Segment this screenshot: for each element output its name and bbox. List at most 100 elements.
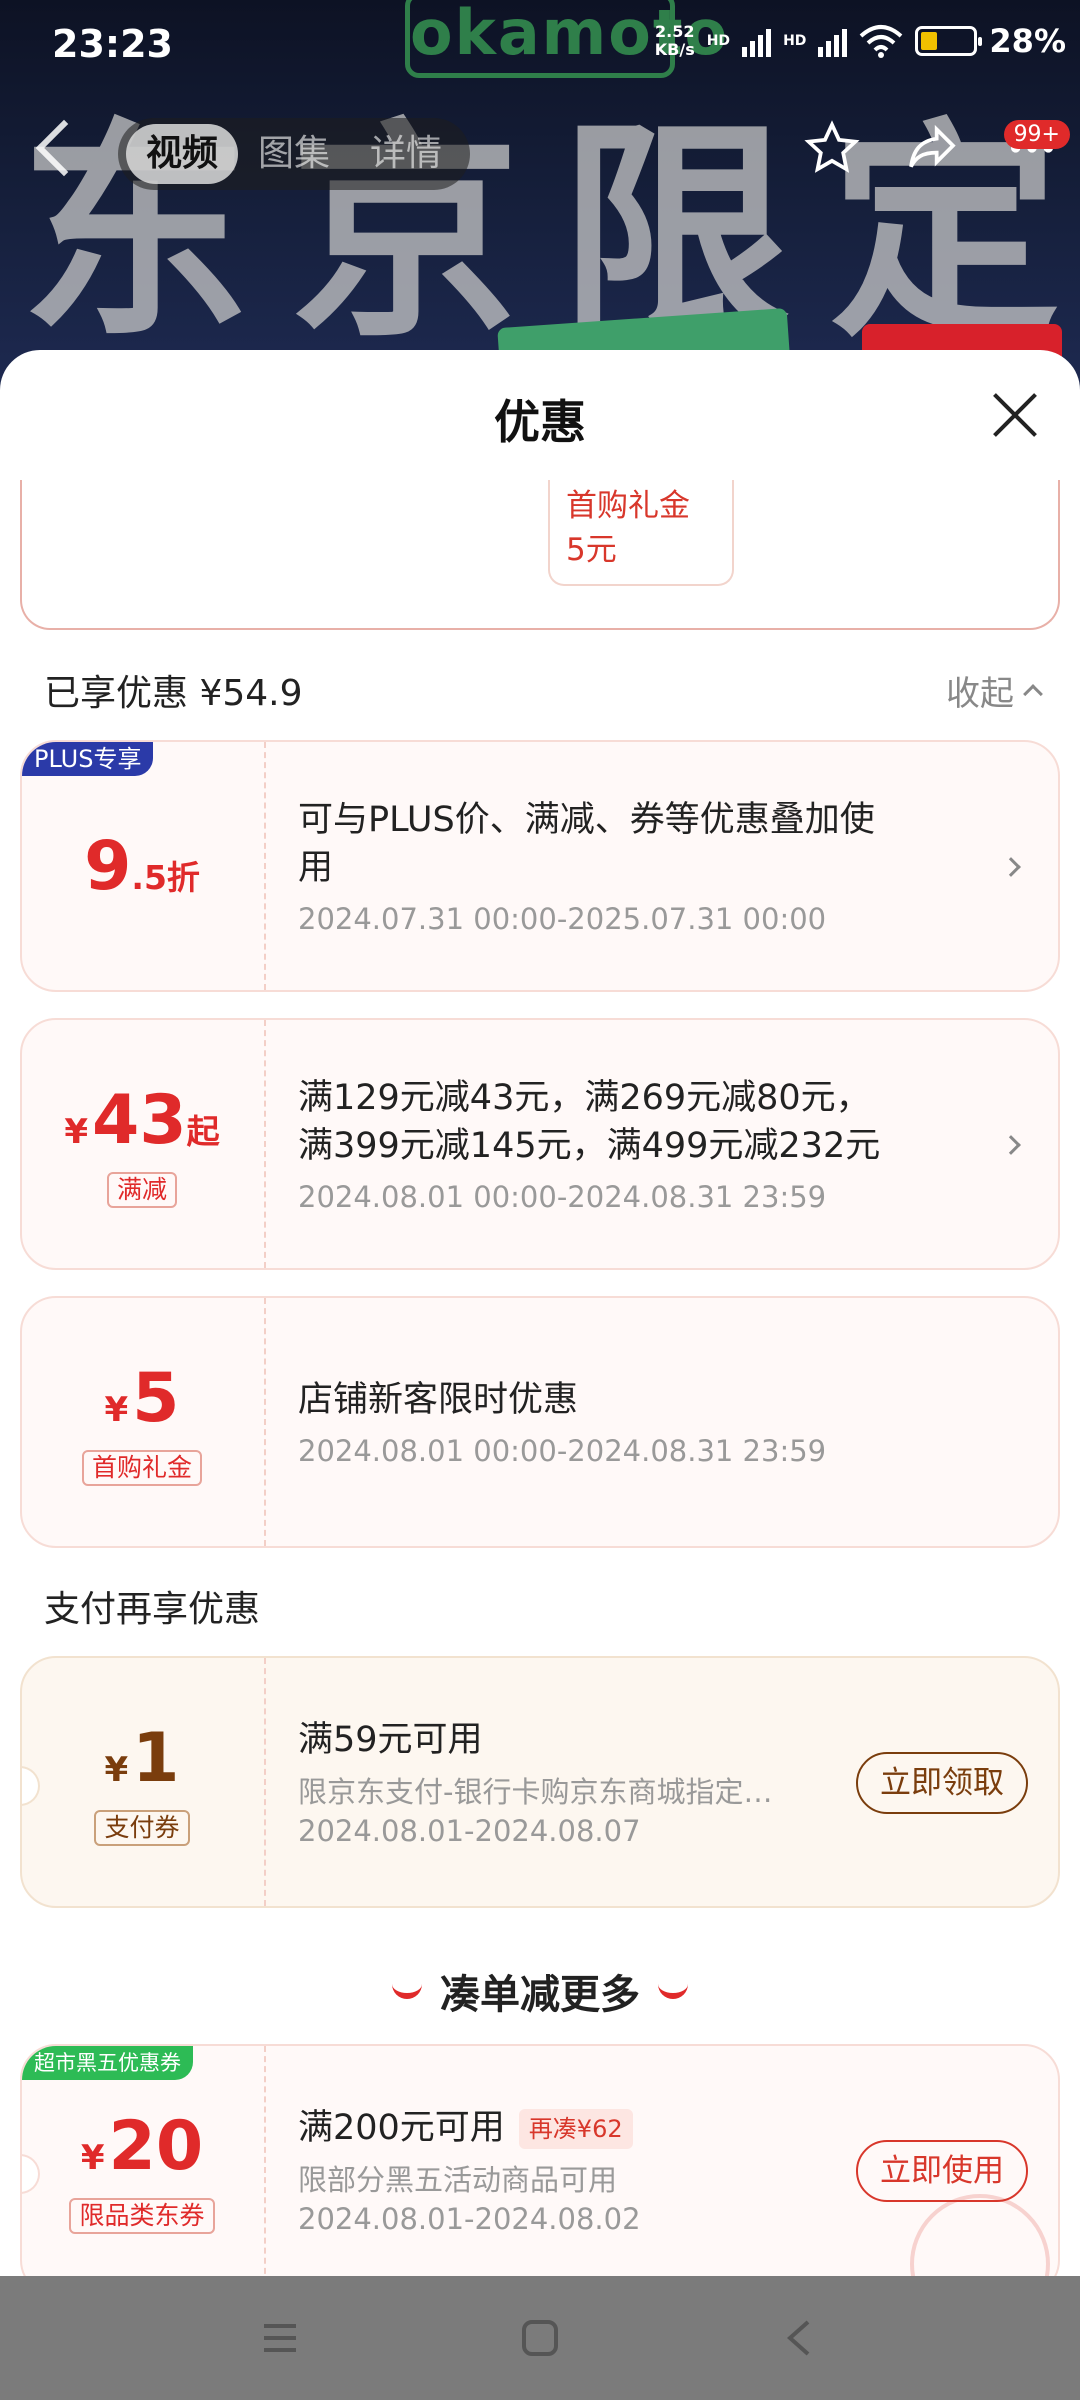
offer-date: 2024.08.01 00:00-2024.08.31 23:59	[298, 1180, 827, 1214]
offer-amount: ¥ 5 首购礼金	[22, 1298, 262, 1546]
coupon-details: 满59元可用 限京东支付-银行卡购京东商城指定… 2024.08.01-2024…	[298, 1658, 858, 1906]
offer-card-full-reduction[interactable]: ¥ 43 起 满减 满129元减43元，满269元减80元， 满399元减145…	[20, 1018, 1060, 1270]
offer-amount: ¥ 43 起 满减	[22, 1020, 262, 1268]
offer-card-first-purchase[interactable]: ¥ 5 首购礼金 店铺新客限时优惠 2024.08.01 00:00-2024.…	[20, 1296, 1060, 1548]
hd-label: HD	[706, 33, 731, 49]
coupon-condition: 满59元可用	[298, 1720, 483, 1760]
smile-icon	[392, 1983, 422, 1999]
network-speed: 2.52 KB/s	[655, 23, 695, 59]
gift-mini-label: 首购礼金	[566, 488, 690, 524]
status-bar: 23:23 2.52 KB/s HD HD 28%	[0, 0, 1080, 96]
offers-sheet: 优惠 首购礼金 5元 已享优惠 ¥54.9 收起 PLUS专享 9 .5折 可与…	[0, 350, 1080, 2276]
pay-coupon-card: ¥ 1 支付券 满59元可用 限京东支付-银行卡购京东商城指定… 2024.08…	[20, 1656, 1060, 1908]
offer-date: 2024.07.31 00:00-2025.07.31 00:00	[298, 902, 827, 936]
status-icons: 2.52 KB/s HD HD 28%	[655, 22, 1066, 60]
amount-number: 20	[108, 2106, 204, 2186]
coupon-details: 满200元可用 再凑¥62 限部分黑五活动商品可用 2024.08.01-2024…	[298, 2046, 858, 2276]
wifi-icon	[860, 25, 903, 58]
offer-description: 可与PLUS价、满减、券等优惠叠加使用	[298, 800, 875, 888]
gift-mini-tag: 首购礼金 5元	[548, 480, 734, 586]
enjoyed-discount: 已享优惠 ¥54.9	[44, 673, 303, 714]
black-five-coupon-card: 超市黑五优惠券 ¥ 20 限品类东券 满200元可用 再凑¥62 限部分黑五活动商…	[20, 2044, 1060, 2276]
media-tabs: 视频 图集 详情	[118, 118, 471, 190]
battery-icon	[915, 26, 983, 56]
coupon-condition: 满200元可用	[298, 2108, 505, 2148]
enjoyed-row: 已享优惠 ¥54.9 收起	[44, 660, 1043, 720]
offer-description: 店铺新客限时优惠	[298, 1380, 579, 1420]
collapse-label: 收起	[946, 673, 1014, 714]
use-now-button[interactable]: 立即使用	[856, 2140, 1028, 2202]
coupon-scope: 限京东支付-银行卡购京东商城指定…	[298, 1775, 773, 1809]
tab-details[interactable]: 详情	[350, 124, 462, 184]
amount-number: 1	[132, 1718, 180, 1798]
offer-value: 9 .5折	[84, 827, 200, 906]
tab-video[interactable]: 视频	[126, 124, 239, 184]
claimed-stamp-icon	[910, 2194, 1050, 2276]
offer-description-line: 满129元减43元，满269元减80元，	[298, 1078, 871, 1118]
coupon-date: 2024.08.01-2024.08.07	[298, 1814, 641, 1848]
summary-card: 首购礼金 5元	[20, 480, 1060, 630]
amount-suffix: 起	[186, 1111, 220, 1151]
offer-details: 可与PLUS价、满减、券等优惠叠加使用 2024.07.31 00:00-202…	[298, 742, 1018, 990]
offer-value: ¥ 43 起	[64, 1081, 219, 1160]
pay-section-title: 支付再享优惠	[44, 1589, 261, 1630]
coupon-scope: 限部分黑五活动商品可用	[298, 2163, 618, 2197]
offer-type-tag: 首购礼金	[81, 1449, 202, 1486]
collapse-button[interactable]: 收起	[946, 666, 1043, 715]
status-time: 23:23	[52, 22, 173, 66]
offer-amount: 9 .5折	[22, 742, 262, 990]
offer-details: 满129元减43元，满269元减80元， 满399元减145元，满499元减23…	[298, 1020, 1018, 1268]
currency-symbol: ¥	[104, 1389, 129, 1430]
battery-level: 28%	[989, 22, 1066, 60]
sheet-header: 优惠	[0, 350, 1080, 480]
coupon-type-tag: 限品类东券	[69, 2197, 215, 2234]
dashed-divider	[264, 742, 266, 990]
coupon-value: ¥ 20	[81, 2107, 203, 2186]
menu-icon[interactable]	[260, 2318, 300, 2358]
claim-now-button[interactable]: 立即领取	[856, 1752, 1028, 1814]
currency-symbol: ¥	[80, 2137, 105, 2178]
network-speed-value: 2.52	[654, 22, 695, 41]
coupon-value: ¥ 1	[105, 1719, 180, 1798]
share-icon[interactable]	[904, 120, 960, 176]
star-icon[interactable]	[804, 120, 860, 176]
offer-card-plus[interactable]: PLUS专享 9 .5折 可与PLUS价、满减、券等优惠叠加使用 2024.07…	[20, 740, 1060, 992]
network-speed-unit: KB/s	[654, 40, 695, 59]
amount-suffix: .5折	[131, 857, 200, 897]
currency-symbol: ¥	[64, 1111, 89, 1152]
signal-icon	[818, 25, 848, 57]
add-more-badge: 再凑¥62	[518, 2109, 633, 2149]
close-icon[interactable]	[992, 392, 1038, 438]
coupon-condition-row: 满200元可用 再凑¥62	[298, 2104, 858, 2152]
offer-date: 2024.08.01 00:00-2024.08.31 23:59	[298, 1434, 827, 1468]
coupon-amount: ¥ 1 支付券	[22, 1658, 262, 1906]
signal-icon	[742, 25, 772, 57]
coupon-type-tag: 支付券	[94, 1809, 190, 1846]
offer-value: ¥ 5	[105, 1359, 180, 1438]
offer-description-line: 满399元减145元，满499元减232元	[298, 1126, 881, 1166]
more-deals-title: 凑单减更多	[440, 1972, 640, 2018]
coupon-date: 2024.08.01-2024.08.02	[298, 2202, 641, 2236]
amount-number: 43	[92, 1080, 187, 1160]
offer-type-tag: 满减	[106, 1171, 177, 1208]
more-deals-header: 凑单减更多	[0, 1962, 1080, 2020]
message-count-badge: 99+	[1003, 120, 1070, 149]
sheet-title: 优惠	[494, 395, 586, 449]
hd-label: HD	[783, 33, 807, 49]
tab-gallery[interactable]: 图集	[238, 124, 350, 184]
system-nav-bar	[0, 2276, 1080, 2400]
currency-symbol: ¥	[104, 1749, 129, 1790]
dashed-divider	[264, 1020, 266, 1268]
coupon-amount: ¥ 20 限品类东券	[22, 2046, 262, 2276]
gift-mini-amount: 5元	[566, 532, 617, 568]
smile-icon	[658, 1983, 688, 1999]
dashed-divider	[264, 1298, 266, 1546]
dashed-divider	[264, 2046, 266, 2276]
dashed-divider	[264, 1658, 266, 1906]
amount-number: 5	[132, 1358, 180, 1438]
amount-number: 9	[84, 826, 132, 906]
chevron-up-icon	[1023, 684, 1043, 704]
back-nav-icon[interactable]	[780, 2318, 820, 2358]
home-icon[interactable]	[520, 2318, 560, 2358]
offer-details: 店铺新客限时优惠 2024.08.01 00:00-2024.08.31 23:…	[298, 1298, 1018, 1546]
